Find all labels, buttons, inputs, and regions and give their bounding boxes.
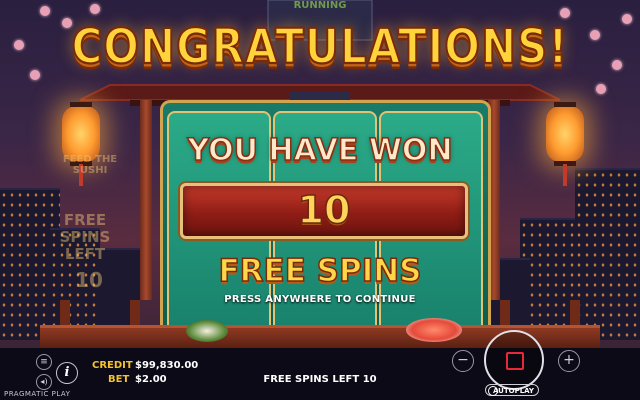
free-spins-left-status: FREE SPINS LEFT 10 [263, 374, 377, 385]
salmon-sushi-icon [406, 318, 462, 342]
credit-label: CREDIT [92, 360, 133, 371]
autoplay-button[interactable]: AUTOPLAY [485, 384, 539, 396]
cherry-blossom-icon [596, 84, 606, 94]
bottom-control-bar: ≡ ◂) i CREDIT $99,830.00 BET $2.00 FREE … [0, 348, 640, 400]
free-spins-count: 10 [297, 187, 351, 233]
free-spins-count-box: 10 [180, 183, 468, 239]
menu-icon[interactable]: ≡ [36, 354, 52, 370]
cherry-blossom-icon [560, 8, 570, 18]
credit-value: $99,830.00 [135, 360, 199, 371]
free-spins-label: FREE SPINS [218, 252, 423, 290]
game-logo-top: RUNNING [293, 0, 347, 11]
autoplay-icon [488, 386, 498, 396]
stop-icon [506, 352, 524, 370]
brand-label: PRAGMATIC PLAY [4, 390, 71, 398]
press-anywhere-prompt[interactable]: PRESS ANYWHERE TO CONTINUE [0, 294, 640, 305]
sushi-roll-icon [186, 320, 228, 342]
cherry-blossom-icon [40, 6, 50, 16]
game-scene[interactable]: RUNNING FEED THE SUSHI FREE SPINS LEFT 1… [0, 0, 640, 400]
autoplay-label: AUTOPLAY [492, 387, 534, 395]
cherry-blossom-icon [90, 4, 100, 14]
spin-button[interactable] [484, 330, 544, 390]
congratulations-headline: CONGRATULATIONS! [70, 17, 569, 76]
plus-icon[interactable]: + [558, 350, 580, 372]
you-have-won-label: YOU HAVE WON [187, 132, 454, 169]
minus-icon[interactable]: − [452, 350, 474, 372]
